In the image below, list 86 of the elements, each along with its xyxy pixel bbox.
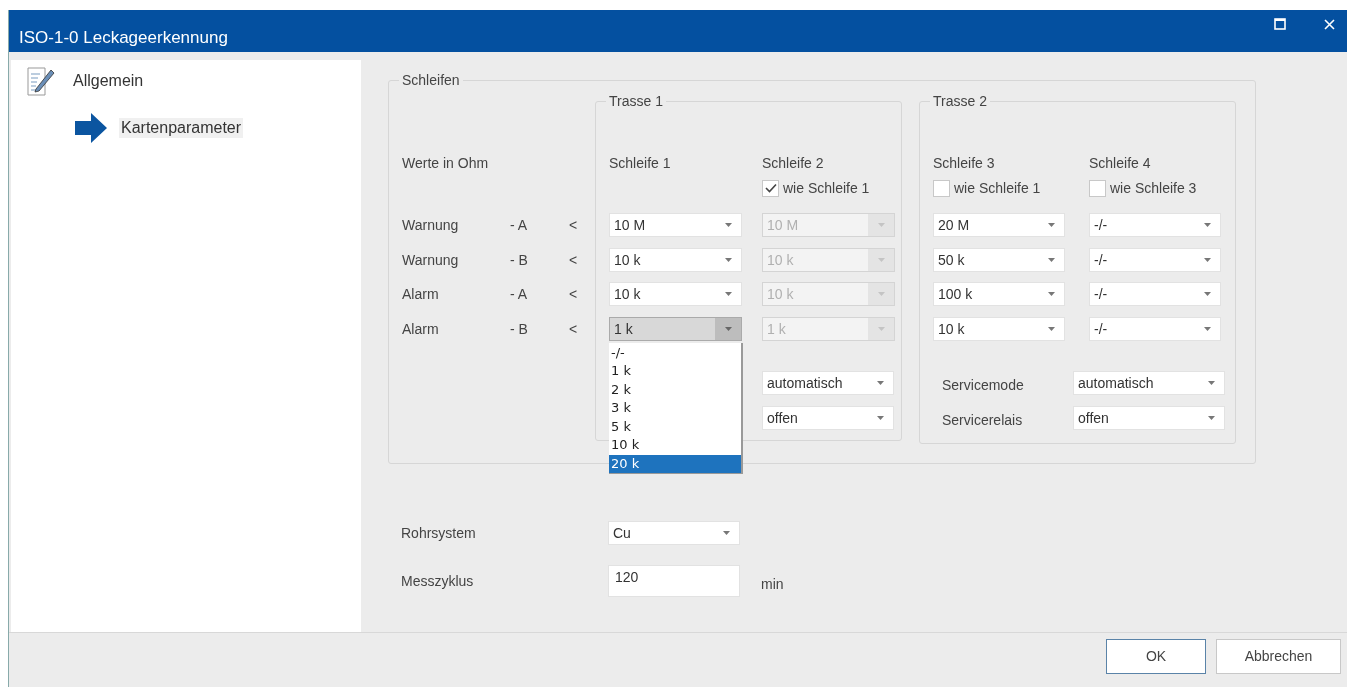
group-title: Trasse 2: [930, 93, 990, 109]
column-header: Schleife 2: [762, 155, 824, 171]
dropdown-field[interactable]: 10 k: [933, 316, 1065, 341]
column-header: Schleife 3: [933, 155, 995, 171]
dropdown-field[interactable]: 10 k: [609, 247, 742, 272]
dropdown-field[interactable]: 10 k: [609, 282, 742, 306]
window-title: ISO-1-0 Leckageerkennung: [19, 28, 228, 48]
tree-item[interactable]: Kartenparameter: [119, 118, 244, 138]
row-label: Alarm: [402, 286, 440, 302]
row-label: - B: [510, 251, 529, 268]
close-icon: [1324, 18, 1335, 30]
dropdown-option[interactable]: 5 k: [609, 417, 741, 436]
ok-button[interactable]: OK: [1106, 638, 1206, 674]
caret-icon: [877, 223, 885, 227]
dropdown-field[interactable]: automatisch: [1073, 370, 1225, 395]
dropdown-option[interactable]: 3 k: [609, 399, 741, 418]
dropdown-field[interactable]: automatisch: [762, 370, 894, 395]
row-label: <: [569, 217, 578, 233]
column-header: Schleife 4: [1089, 155, 1151, 171]
caret-icon: [724, 292, 732, 296]
field-label: Messzyklus: [401, 573, 475, 589]
row-label: <: [569, 286, 578, 302]
caret-icon: [1203, 257, 1211, 262]
group-title: Schleifen: [399, 72, 463, 88]
caret-icon: [877, 326, 885, 331]
checkbox-label: wie Schleife 1: [783, 180, 870, 196]
caret-icon: [724, 326, 732, 331]
caret-icon: [1047, 257, 1055, 262]
caret-icon: [877, 257, 885, 262]
row-label: <: [569, 251, 578, 268]
check-icon: [764, 183, 777, 193]
cancel-button[interactable]: Abbrechen: [1216, 638, 1341, 674]
unit-label: min: [761, 575, 784, 592]
checkbox[interactable]: [1089, 179, 1106, 197]
column-header: Werte in Ohm: [402, 155, 489, 171]
field-label: Servicerelais: [942, 411, 1023, 428]
dropdown-field[interactable]: 20 M: [933, 213, 1065, 237]
caret-icon: [876, 415, 884, 420]
row-label: <: [569, 320, 578, 337]
input-field[interactable]: 120: [608, 565, 740, 597]
checkbox[interactable]: [762, 179, 779, 197]
dropdown-field[interactable]: 1 k: [609, 316, 742, 341]
row-label: - B: [510, 320, 529, 337]
dropdown-field[interactable]: -/-: [1089, 213, 1221, 237]
checkbox-label: wie Schleife 1: [954, 180, 1041, 196]
caret-icon: [1047, 326, 1055, 331]
caret-icon: [1203, 223, 1211, 227]
row-label: - A: [510, 286, 529, 302]
dropdown-option[interactable]: -/-: [609, 343, 741, 362]
tree-item[interactable]: Allgemein: [71, 71, 146, 91]
caret-icon: [877, 292, 885, 296]
dropdown-field[interactable]: Cu: [608, 521, 740, 545]
caret-icon: [1047, 223, 1055, 227]
caret-icon: [724, 257, 732, 262]
dropdown-field[interactable]: offen: [762, 405, 894, 430]
checkbox-label: wie Schleife 3: [1110, 180, 1197, 196]
caret-icon: [1203, 326, 1211, 331]
checkbox[interactable]: [933, 179, 950, 197]
row-label: Warnung: [402, 217, 460, 233]
caret-icon: [1047, 292, 1055, 296]
dropdown-field[interactable]: 100 k: [933, 282, 1065, 306]
dropdown-field[interactable]: 50 k: [933, 247, 1065, 272]
dropdown-option[interactable]: 2 k: [609, 380, 741, 399]
dropdown-field[interactable]: -/-: [1089, 316, 1221, 341]
group-title: Trasse 1: [606, 93, 666, 109]
dropdown-field[interactable]: -/-: [1089, 247, 1221, 272]
row-label: Alarm: [402, 320, 440, 337]
arrow-icon: [74, 111, 108, 145]
caret-icon: [1207, 415, 1215, 420]
dropdown-field[interactable]: -/-: [1089, 282, 1221, 306]
dropdown-option[interactable]: 10 k: [609, 436, 741, 455]
field-label: Rohrsystem: [401, 525, 477, 541]
caret-icon: [1207, 380, 1215, 385]
column-header: Schleife 1: [609, 155, 671, 171]
caret-icon: [1203, 292, 1211, 296]
dropdown-field[interactable]: 10 M: [609, 213, 742, 237]
dropdown-field[interactable]: offen: [1073, 405, 1225, 430]
caret-icon: [724, 223, 732, 227]
dropdown-option[interactable]: 20 k: [609, 454, 741, 473]
dropdown-option[interactable]: 1 k: [609, 362, 741, 381]
caret-icon: [722, 531, 730, 535]
row-label: - A: [510, 217, 529, 233]
maximize-icon: [1274, 18, 1286, 30]
caret-icon: [876, 380, 884, 385]
row-label: Warnung: [402, 251, 460, 268]
field-label: Servicemode: [942, 376, 1024, 393]
